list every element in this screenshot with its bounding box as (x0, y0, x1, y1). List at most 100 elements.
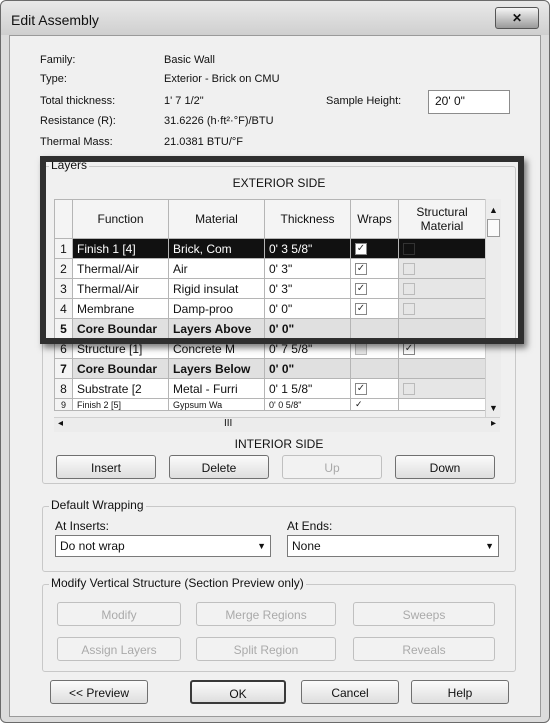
thickness-cell[interactable]: 0' 3" (264, 258, 351, 279)
table-row[interactable]: 4 Membrane Damp-proo 0' 0" ✓ (54, 298, 486, 319)
scroll-right-icon[interactable]: ▸ (491, 418, 496, 429)
structural-cell[interactable] (398, 278, 486, 299)
scroll-thumb[interactable] (487, 219, 500, 237)
material-cell[interactable]: Layers Below (168, 358, 265, 379)
structural-cell[interactable] (398, 398, 486, 411)
wraps-checkbox[interactable] (355, 343, 367, 356)
wraps-cell[interactable]: ✓ (350, 278, 399, 299)
structural-checkbox[interactable] (403, 283, 415, 296)
material-cell[interactable]: Layers Above (168, 318, 265, 339)
table-row[interactable]: 6 Structure [1] Concrete M 0' 7 5/8" ✓ (54, 338, 486, 359)
default-wrapping-label: Default Wrapping (49, 498, 146, 512)
table-row[interactable]: 1 Finish 1 [4] Brick, Com 0' 3 5/8" ✓ (54, 238, 486, 259)
function-cell[interactable]: Thermal/Air (72, 258, 169, 279)
thickness-cell[interactable]: 0' 0" (264, 318, 351, 339)
thickness-cell[interactable]: 0' 0 5/8" (264, 398, 351, 411)
table-row[interactable]: 2 Thermal/Air Air 0' 3" ✓ (54, 258, 486, 279)
row-number: 3 (54, 278, 73, 299)
material-cell[interactable]: Metal - Furri (168, 378, 265, 399)
cancel-button[interactable]: Cancel (301, 680, 399, 704)
insert-button[interactable]: Insert (56, 455, 156, 479)
layers-horizontal-scrollbar[interactable]: ◂ III ▸ (54, 417, 500, 432)
thickness-header[interactable]: Thickness (264, 199, 351, 239)
material-cell[interactable]: Brick, Com (168, 238, 265, 259)
structural-checkbox[interactable] (403, 243, 415, 256)
table-row[interactable]: 9 Finish 2 [5] Gypsum Wa 0' 0 5/8" ✓ (54, 398, 486, 411)
wraps-cell[interactable]: ✓ (350, 298, 399, 319)
help-button[interactable]: Help (411, 680, 509, 704)
table-row[interactable]: 8 Substrate [2 Metal - Furri 0' 1 5/8" ✓ (54, 378, 486, 399)
thickness-cell[interactable]: 0' 3" (264, 278, 351, 299)
ok-button[interactable]: OK (190, 680, 286, 704)
table-row[interactable]: 7 Core Boundar Layers Below 0' 0" (54, 358, 486, 379)
material-cell[interactable]: Rigid insulat (168, 278, 265, 299)
function-header[interactable]: Function (72, 199, 169, 239)
thickness-cell[interactable]: 0' 3 5/8" (264, 238, 351, 259)
wraps-checkbox[interactable]: ✓ (355, 383, 367, 396)
sweeps-button[interactable]: Sweeps (353, 602, 495, 626)
material-cell[interactable]: Air (168, 258, 265, 279)
structural-cell (398, 318, 486, 339)
merge-regions-button[interactable]: Merge Regions (196, 602, 336, 626)
wraps-cell[interactable] (350, 338, 399, 359)
function-cell[interactable]: Thermal/Air (72, 278, 169, 299)
structural-cell[interactable] (398, 238, 486, 259)
structural-checkbox[interactable] (403, 303, 415, 316)
layers-group: Layers EXTERIOR SIDE Function Material T… (42, 158, 516, 484)
structural-material-header[interactable]: Structural Material (398, 199, 486, 239)
wraps-cell[interactable]: ✓ (350, 398, 399, 411)
thickness-cell[interactable]: 0' 0" (264, 298, 351, 319)
thickness-cell[interactable]: 0' 0" (264, 358, 351, 379)
function-cell[interactable]: Core Boundar (72, 318, 169, 339)
function-cell[interactable]: Finish 2 [5] (72, 398, 169, 411)
at-inserts-value: Do not wrap (60, 539, 125, 553)
structural-checkbox[interactable]: ✓ (403, 343, 415, 356)
close-button[interactable]: ✕ (495, 7, 539, 29)
material-header[interactable]: Material (168, 199, 265, 239)
scroll-left-icon[interactable]: ◂ (58, 418, 63, 429)
wraps-header[interactable]: Wraps (350, 199, 399, 239)
down-button[interactable]: Down (395, 455, 495, 479)
delete-button[interactable]: Delete (169, 455, 269, 479)
at-inserts-select[interactable]: Do not wrap ▼ (55, 535, 271, 557)
structural-checkbox[interactable] (403, 383, 415, 396)
scroll-up-icon[interactable]: ▲ (486, 205, 501, 215)
wraps-checkbox[interactable]: ✓ (355, 263, 367, 276)
function-cell[interactable]: Finish 1 [4] (72, 238, 169, 259)
function-cell[interactable]: Membrane (72, 298, 169, 319)
table-row[interactable]: 5 Core Boundar Layers Above 0' 0" (54, 318, 486, 339)
scroll-down-icon[interactable]: ▼ (489, 403, 498, 413)
scroll-thumb-grip[interactable]: III (224, 418, 232, 429)
material-cell[interactable]: Gypsum Wa (168, 398, 265, 411)
thickness-cell[interactable]: 0' 1 5/8" (264, 378, 351, 399)
sample-height-input[interactable]: 20' 0" (428, 90, 510, 114)
assign-layers-button[interactable]: Assign Layers (57, 637, 181, 661)
function-cell[interactable]: Core Boundar (72, 358, 169, 379)
function-cell[interactable]: Substrate [2 (72, 378, 169, 399)
up-button[interactable]: Up (282, 455, 382, 479)
row-number: 2 (54, 258, 73, 279)
material-cell[interactable]: Damp-proo (168, 298, 265, 319)
wraps-checkbox[interactable]: ✓ (355, 243, 367, 256)
wraps-cell[interactable]: ✓ (350, 378, 399, 399)
thickness-cell[interactable]: 0' 7 5/8" (264, 338, 351, 359)
wraps-checkbox[interactable]: ✓ (355, 283, 367, 296)
layers-vertical-scrollbar[interactable]: ▲ ▼ (485, 199, 501, 417)
structural-cell[interactable] (398, 258, 486, 279)
wraps-cell[interactable]: ✓ (350, 238, 399, 259)
material-cell[interactable]: Concrete M (168, 338, 265, 359)
function-cell[interactable]: Structure [1] (72, 338, 169, 359)
wraps-cell[interactable]: ✓ (350, 258, 399, 279)
table-row[interactable]: 3 Thermal/Air Rigid insulat 0' 3" ✓ (54, 278, 486, 299)
split-region-button[interactable]: Split Region (196, 637, 336, 661)
structural-cell[interactable] (398, 298, 486, 319)
chevron-down-icon: ▼ (257, 541, 266, 551)
wraps-checkbox[interactable]: ✓ (355, 303, 367, 316)
reveals-button[interactable]: Reveals (353, 637, 495, 661)
structural-cell[interactable] (398, 378, 486, 399)
structural-cell[interactable]: ✓ (398, 338, 486, 359)
at-ends-select[interactable]: None ▼ (287, 535, 499, 557)
modify-button[interactable]: Modify (57, 602, 181, 626)
preview-button[interactable]: << Preview (50, 680, 148, 704)
structural-checkbox[interactable] (403, 263, 415, 276)
